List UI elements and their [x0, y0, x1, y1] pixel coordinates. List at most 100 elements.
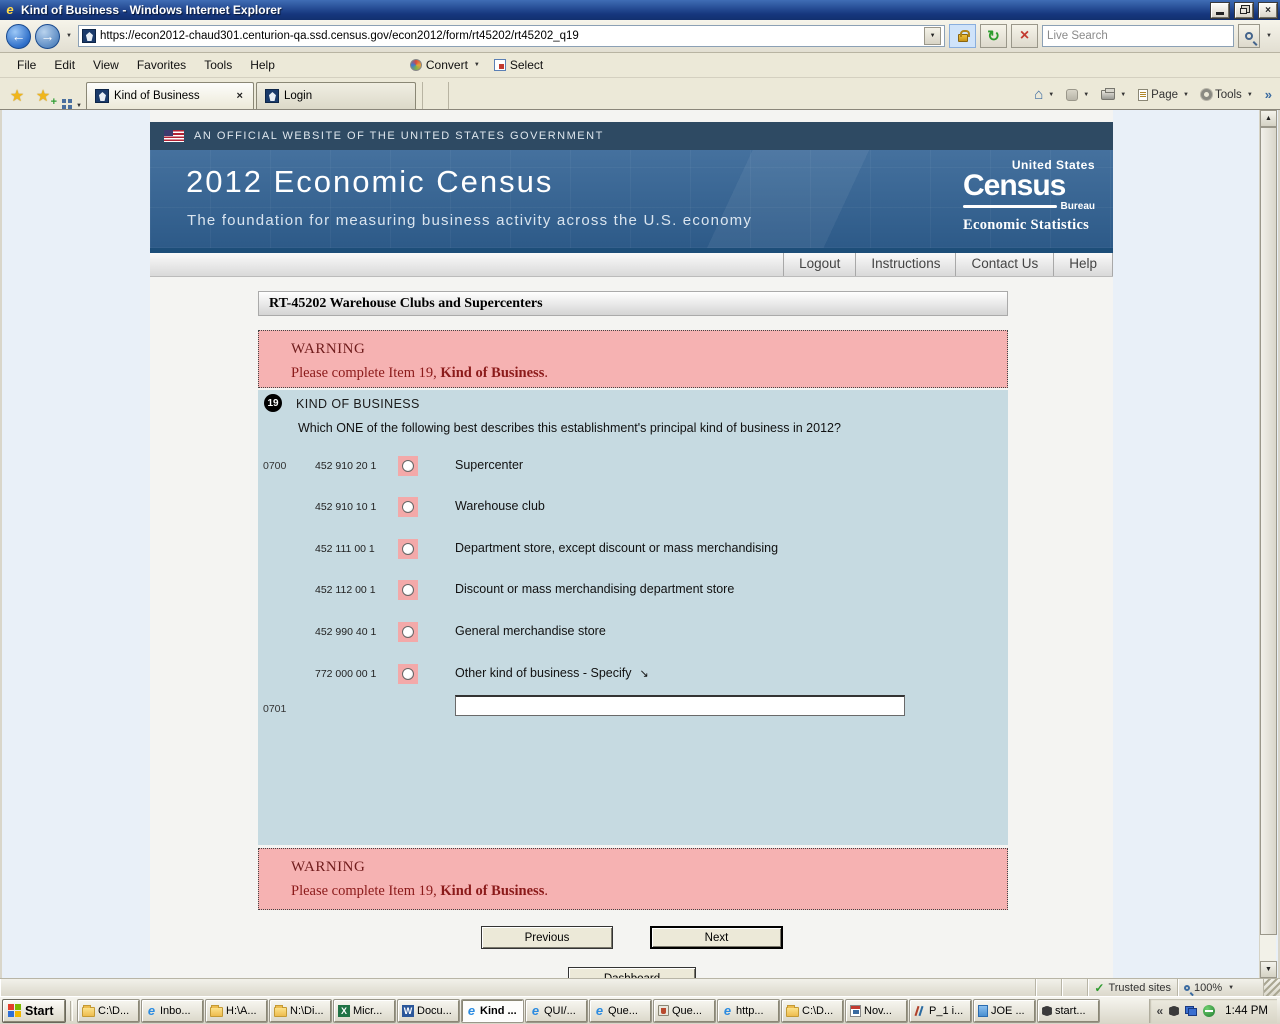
- taskbar-item[interactable]: N:\Di...: [269, 998, 332, 1023]
- convert-dropdown-icon[interactable]: ▼: [472, 62, 482, 68]
- home-dropdown-icon[interactable]: ▼: [1046, 92, 1056, 98]
- restore-button[interactable]: [1234, 1, 1254, 19]
- home-button[interactable]: ⌂ ▼: [1030, 86, 1060, 104]
- ie-icon: e: [723, 1003, 732, 1018]
- taskbar-item[interactable]: W Docu...: [397, 998, 460, 1023]
- tab-kind-of-business[interactable]: Kind of Business ×: [85, 82, 254, 109]
- add-favorite-button[interactable]: ★ +: [30, 83, 57, 109]
- address-field[interactable]: https://econ2012-chaud301.centurion-qa.s…: [77, 25, 946, 47]
- taskbar-item-label: QUI/...: [544, 1004, 576, 1017]
- favorites-center-button[interactable]: ★: [4, 83, 30, 108]
- menu-tools[interactable]: Tools: [195, 55, 241, 75]
- rss-feed-icon: [1066, 88, 1079, 101]
- taskbar-item[interactable]: C:\D...: [781, 998, 844, 1023]
- start-button[interactable]: Start: [2, 998, 66, 1023]
- tools-dropdown-icon[interactable]: ▼: [1245, 92, 1255, 98]
- nav-contact-us[interactable]: Contact Us: [955, 253, 1053, 276]
- live-search-input[interactable]: [1042, 25, 1235, 47]
- stop-button[interactable]: ×: [1011, 24, 1039, 48]
- refresh-icon: ↻: [987, 28, 1000, 45]
- menu-view[interactable]: View: [84, 55, 128, 75]
- menu-help[interactable]: Help: [241, 55, 284, 75]
- convert-button[interactable]: Convert ▼: [404, 56, 488, 74]
- zoom-dropdown-icon[interactable]: ▼: [1226, 985, 1236, 991]
- taskbar-item[interactable]: H:\A...: [205, 998, 268, 1023]
- security-lock-button[interactable]: [949, 24, 977, 48]
- menu-file[interactable]: File: [8, 55, 45, 75]
- next-button[interactable]: Next: [650, 926, 783, 949]
- taskbar-item[interactable]: start...: [1037, 998, 1100, 1023]
- radio-warning-highlight: [398, 580, 418, 600]
- minimize-button[interactable]: [1210, 1, 1230, 19]
- nav-logout[interactable]: Logout: [783, 253, 855, 276]
- url-text[interactable]: https://econ2012-chaud301.centurion-qa.s…: [100, 30, 920, 42]
- vertical-scrollbar[interactable]: ▲ ▼: [1259, 110, 1277, 978]
- taskbar-item[interactable]: JOE ...: [973, 998, 1036, 1023]
- history-dropdown-icon[interactable]: ▼: [64, 33, 74, 39]
- print-dropdown-icon[interactable]: ▼: [1118, 92, 1128, 98]
- nav-instructions[interactable]: Instructions: [855, 253, 955, 276]
- feeds-button[interactable]: ▼: [1062, 86, 1095, 104]
- select-button[interactable]: Select: [488, 56, 549, 74]
- tray-expand-chevron-icon[interactable]: «: [1156, 1004, 1163, 1018]
- logo-bureau: Bureau: [1060, 201, 1095, 212]
- dashboard-button[interactable]: Dashboard: [568, 967, 696, 978]
- close-button[interactable]: ×: [1258, 1, 1278, 19]
- search-options-dropdown-icon[interactable]: ▼: [1264, 33, 1274, 39]
- radio-button[interactable]: [402, 543, 414, 555]
- search-button[interactable]: [1238, 24, 1261, 48]
- radio-button[interactable]: [402, 626, 414, 638]
- taskbar-item-active[interactable]: e Kind ...: [461, 998, 524, 1023]
- radio-button[interactable]: [402, 501, 414, 513]
- scroll-down-button[interactable]: ▼: [1260, 961, 1277, 978]
- option-code: 452 112 00 1: [315, 584, 376, 596]
- option-label: Warehouse club: [455, 499, 545, 513]
- scrollbar-thumb[interactable]: [1260, 127, 1277, 935]
- notes-icon: [850, 1004, 861, 1017]
- taskbar-item[interactable]: Nov...: [845, 998, 908, 1023]
- radio-button[interactable]: [402, 668, 414, 680]
- tab-list-dropdown-icon[interactable]: ▼: [74, 103, 84, 109]
- taskbar-item[interactable]: e http...: [717, 998, 780, 1023]
- back-button[interactable]: ←: [6, 23, 31, 49]
- page-subtitle: The foundation for measuring business ac…: [187, 212, 753, 229]
- menu-edit[interactable]: Edit: [45, 55, 84, 75]
- new-tab-spacer[interactable]: [421, 82, 442, 109]
- taskbar-item[interactable]: Que...: [653, 998, 716, 1023]
- feeds-dropdown-icon[interactable]: ▼: [1081, 92, 1091, 98]
- page-menu-button[interactable]: Page ▼: [1134, 86, 1195, 104]
- nav-help[interactable]: Help: [1053, 253, 1113, 276]
- forward-button[interactable]: →: [35, 23, 60, 49]
- tab-login[interactable]: Login: [255, 82, 416, 109]
- network-icon[interactable]: [1185, 1005, 1198, 1016]
- resize-grip[interactable]: [1264, 979, 1280, 996]
- url-dropdown-button[interactable]: ▼: [924, 27, 942, 45]
- radio-button[interactable]: [402, 584, 414, 596]
- spider-tray-icon[interactable]: [1169, 1005, 1180, 1016]
- toolbar-overflow-chevron-icon[interactable]: »: [1261, 87, 1276, 102]
- print-button[interactable]: ▼: [1097, 87, 1132, 103]
- tools-menu-button[interactable]: Tools ▼: [1197, 86, 1259, 104]
- activity-tray-icon[interactable]: [1203, 1004, 1216, 1017]
- taskbar-item[interactable]: e Que...: [589, 998, 652, 1023]
- scroll-up-button[interactable]: ▲: [1260, 110, 1277, 127]
- menu-favorites[interactable]: Favorites: [128, 55, 195, 75]
- radio-warning-highlight: [398, 497, 418, 517]
- taskbar-item[interactable]: X Micr...: [333, 998, 396, 1023]
- tab-close-icon[interactable]: ×: [235, 90, 245, 102]
- spider-icon: [1042, 1005, 1052, 1016]
- specify-text-input[interactable]: [455, 695, 905, 716]
- convert-icon: [409, 59, 422, 71]
- page-dropdown-icon[interactable]: ▼: [1181, 92, 1191, 98]
- refresh-button[interactable]: ↻: [980, 24, 1008, 48]
- zoom-control[interactable]: 100% ▼: [1178, 979, 1264, 996]
- taskbar-item[interactable]: e QUI/...: [525, 998, 588, 1023]
- quick-tabs-icon[interactable]: [62, 99, 66, 103]
- add-favorite-star-icon: ★: [35, 87, 51, 105]
- taskbar-item[interactable]: e Inbo...: [141, 998, 204, 1023]
- radio-button[interactable]: [402, 460, 414, 472]
- ie-logo-icon: e: [6, 2, 14, 17]
- taskbar-item[interactable]: C:\D...: [77, 998, 140, 1023]
- taskbar-item[interactable]: P_1 i...: [909, 998, 972, 1023]
- previous-button[interactable]: Previous: [481, 926, 613, 949]
